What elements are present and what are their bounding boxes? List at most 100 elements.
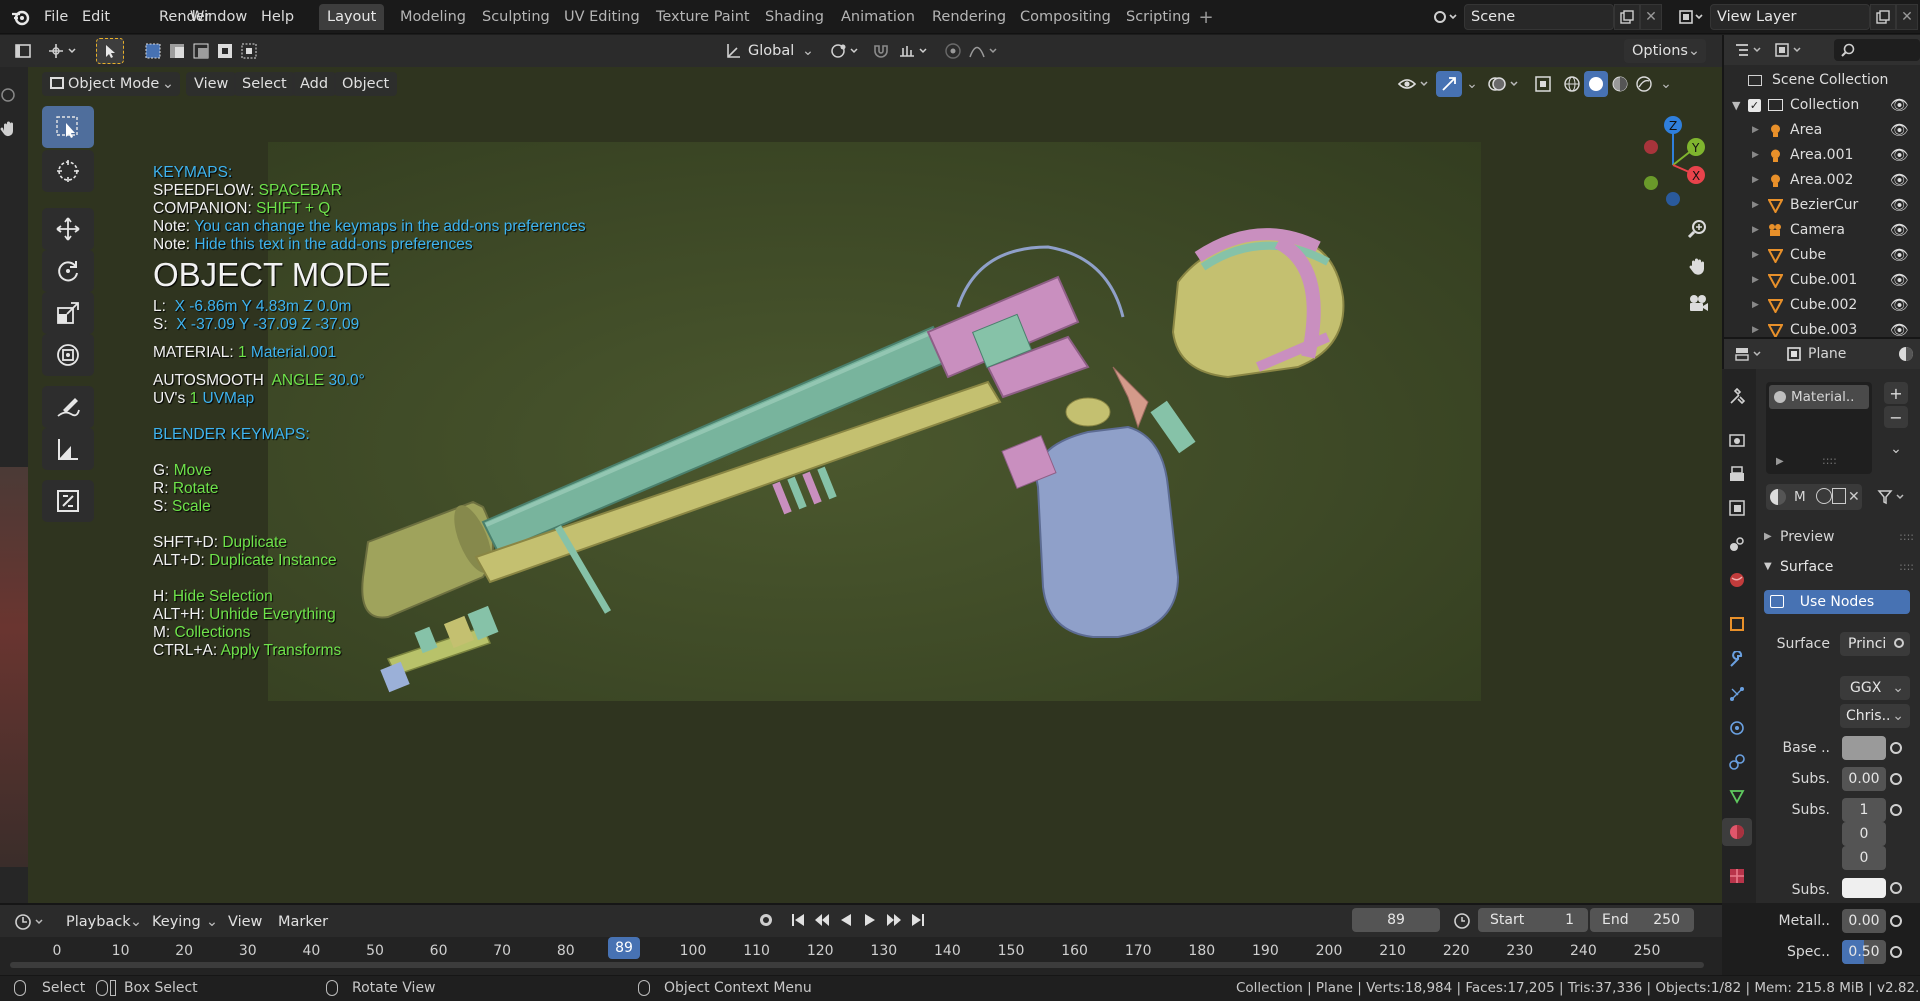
jump-end-icon[interactable] [906, 908, 930, 932]
timeline-editor-icon[interactable] [12, 910, 48, 934]
specular-slider[interactable]: 0.50 [1842, 940, 1886, 964]
material-slot-list[interactable]: Material.. ▶ :::: [1766, 382, 1872, 474]
editor-type-icon[interactable] [10, 39, 36, 63]
end-frame-field[interactable]: End 250 [1590, 908, 1694, 932]
use-nodes-button[interactable]: Use Nodes [1764, 590, 1910, 614]
tool-add-cube[interactable] [42, 480, 94, 522]
tool-settings-tab-icon[interactable] [1722, 382, 1752, 410]
playback-dropdown[interactable]: Playback ⌄ [58, 910, 144, 934]
hand-icon[interactable] [0, 119, 20, 141]
pivot-point-icon[interactable] [826, 39, 868, 63]
viewport-3d[interactable]: KEYMAPS: SPEEDFLOW: SPACEBAR COMPANION: … [28, 67, 1722, 903]
menu-add[interactable]: Add [292, 72, 337, 96]
view-layer-tab-icon[interactable] [1722, 494, 1752, 522]
delete-scene-icon[interactable]: ✕ [1640, 4, 1662, 30]
outliner-scene-collection[interactable]: Scene Collection [1722, 68, 1912, 93]
outliner-item[interactable]: ▶ Area 👁 [1722, 118, 1912, 143]
play-reverse-icon[interactable] [834, 908, 858, 932]
tool-measure[interactable] [42, 428, 94, 470]
particles-tab-icon[interactable] [1722, 680, 1752, 708]
tab-sculpting[interactable]: Sculpting [474, 4, 558, 30]
menu-object[interactable]: Object [334, 72, 398, 96]
expand-arrow-icon[interactable]: ▶ [1752, 268, 1759, 293]
socket-dot-icon[interactable] [1890, 915, 1902, 927]
drag-handle-icon[interactable]: :::: [1899, 554, 1914, 580]
socket-dot-icon[interactable] [1890, 804, 1902, 816]
surface-shader-field[interactable]: Princi [1840, 632, 1910, 656]
delete-view-layer-icon[interactable]: ✕ [1896, 4, 1918, 30]
outliner-item[interactable]: ▶ Cube.001 👁 [1722, 268, 1912, 293]
tool-move[interactable] [42, 208, 94, 250]
outliner-search-input[interactable] [1834, 39, 1920, 61]
navigation-gizmo[interactable]: Z Y X [1618, 107, 1718, 207]
add-material-slot-button[interactable]: + [1884, 382, 1908, 404]
preview-range-clock-icon[interactable] [1450, 908, 1474, 932]
start-frame-field[interactable]: Start 1 [1478, 908, 1588, 932]
tab-shading[interactable]: Shading [757, 4, 832, 30]
toolbar-toggle-icon[interactable] [0, 85, 20, 105]
tab-texture-paint[interactable]: Texture Paint [648, 4, 758, 30]
view-layer-icon[interactable] [1674, 6, 1708, 28]
timeline-scrollbar[interactable] [10, 962, 1704, 968]
outliner-collection[interactable]: ▼ ✓ Collection 👁 [1722, 93, 1912, 118]
eye-icon[interactable]: 👁 [1890, 143, 1909, 168]
subsurface-color-swatch[interactable] [1842, 878, 1886, 898]
outliner-editor-icon[interactable] [1732, 39, 1766, 61]
socket-dot-icon[interactable] [1890, 773, 1902, 785]
gizmo-toggle-icon[interactable] [1436, 71, 1462, 97]
tab-scripting[interactable]: Scripting [1118, 4, 1198, 30]
expand-arrow-icon[interactable]: ▶ [1752, 143, 1759, 168]
expand-arrow-icon[interactable]: ▶ [1752, 193, 1759, 218]
subsurface-radius-x[interactable]: 1 [1842, 798, 1886, 822]
select-tool-icon[interactable] [96, 38, 124, 64]
tool-cursor[interactable] [42, 150, 94, 192]
menu-view[interactable]: View [186, 72, 237, 96]
selection-mode-icons[interactable] [144, 39, 262, 63]
solid-shading-icon[interactable] [1584, 71, 1608, 97]
rendered-shading-icon[interactable] [1632, 71, 1656, 97]
timeline-view-menu[interactable]: View [220, 910, 270, 934]
eye-icon[interactable]: 👁 [1890, 93, 1909, 118]
material-slot-item[interactable]: Material.. [1769, 385, 1869, 409]
scene-tab-icon[interactable] [1722, 530, 1752, 558]
material-datablock[interactable]: M ✕ [1766, 484, 1862, 510]
view-layer-field[interactable]: View Layer [1710, 4, 1870, 30]
outliner-item[interactable]: ▶ Area.002 👁 [1722, 168, 1912, 193]
outliner-item[interactable]: ▶ Camera 👁 [1722, 218, 1912, 243]
jump-keyframe-back-icon[interactable] [810, 908, 834, 932]
object-data-tab-icon[interactable] [1722, 782, 1752, 810]
wireframe-shading-icon[interactable] [1560, 71, 1584, 97]
options-dropdown[interactable]: Options ⌄ [1624, 39, 1706, 63]
material-browse-icon[interactable] [1770, 489, 1786, 505]
transform-pivot-icon[interactable] [44, 39, 84, 63]
eye-icon[interactable]: 👁 [1890, 218, 1909, 243]
eye-icon[interactable]: 👁 [1890, 193, 1909, 218]
physics-tab-icon[interactable] [1722, 714, 1752, 742]
outliner-item[interactable]: ▶ Cube.002 👁 [1722, 293, 1912, 318]
collapse-arrow-icon[interactable]: ▼ [1732, 93, 1740, 118]
tool-scale[interactable] [42, 292, 94, 334]
expand-arrow-icon[interactable]: ▶ [1752, 243, 1759, 268]
tab-rendering[interactable]: Rendering [924, 4, 1014, 30]
camera-view-icon[interactable] [1684, 289, 1712, 317]
snap-magnet-icon[interactable] [868, 39, 894, 63]
tab-uv-editing[interactable]: UV Editing [556, 4, 648, 30]
outliner-item[interactable]: ▶ BezierCur 👁 [1722, 193, 1912, 218]
fake-user-icon[interactable] [1816, 488, 1832, 504]
chevron-down-icon[interactable]: ⌄ [1656, 71, 1676, 97]
record-icon[interactable] [754, 908, 778, 932]
snap-target-icon[interactable] [896, 39, 934, 63]
subsurface-field[interactable]: 0.00 [1842, 767, 1886, 791]
duplicate-icon[interactable] [1832, 488, 1846, 504]
eye-icon[interactable]: 👁 [1890, 268, 1909, 293]
jump-keyframe-forward-icon[interactable] [882, 908, 906, 932]
socket-dot-icon[interactable] [1890, 742, 1902, 754]
tool-annotate[interactable] [42, 386, 94, 428]
menu-window[interactable]: Window [184, 0, 253, 34]
texture-tab-icon[interactable] [1722, 862, 1752, 890]
overlays-icon[interactable] [1484, 71, 1524, 97]
eye-icon[interactable]: 👁 [1890, 243, 1909, 268]
falloff-icon[interactable] [966, 39, 1004, 63]
subsurface-radius-z[interactable]: 0 [1842, 846, 1886, 870]
current-frame-field[interactable]: 89 [1352, 908, 1440, 932]
